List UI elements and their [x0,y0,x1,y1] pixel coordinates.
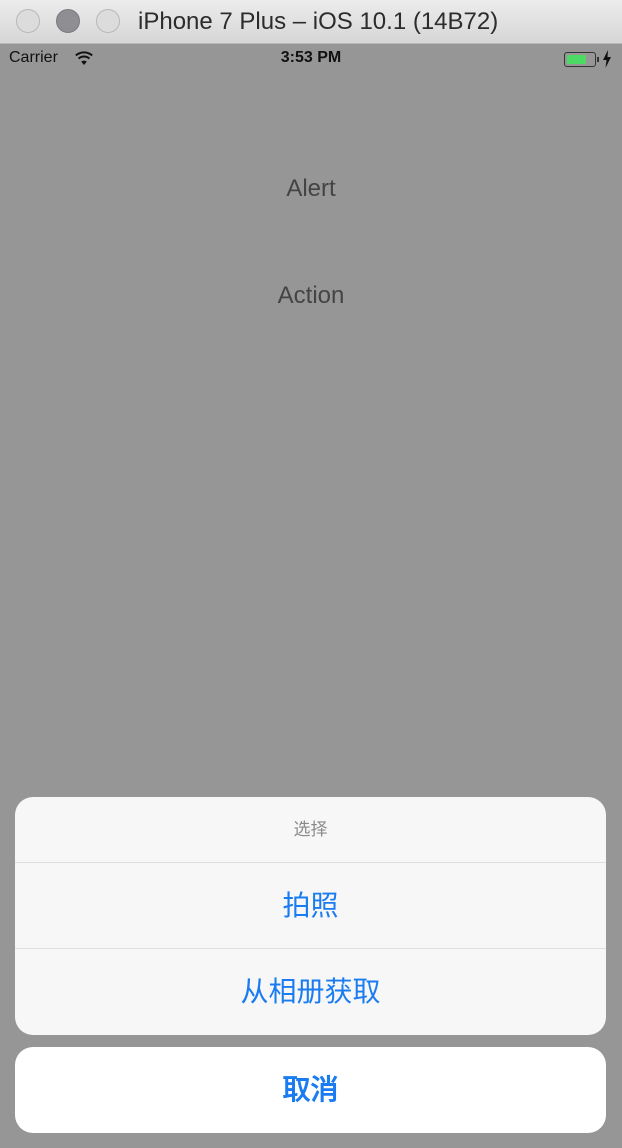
simulator-title-bar: iPhone 7 Plus – iOS 10.1 (14B72) [0,0,622,44]
close-window-button[interactable] [16,9,40,33]
action-sheet: 选择 拍照 从相册获取 [15,797,606,1035]
alert-button[interactable]: Alert [0,175,622,203]
window-title: iPhone 7 Plus – iOS 10.1 (14B72) [138,8,499,35]
take-photo-button[interactable]: 拍照 [15,863,606,949]
clock: 3:53 PM [280,49,342,66]
battery-level-fill [566,54,586,64]
action-sheet-title: 选择 [15,797,606,863]
minimize-window-button[interactable] [56,9,80,33]
battery-icon [564,52,596,67]
status-bar: Carrier 3:53 PM [0,44,622,76]
choose-from-album-button[interactable]: 从相册获取 [15,949,606,1035]
zoom-window-button[interactable] [96,9,120,33]
charging-bolt-icon [603,50,611,68]
action-button[interactable]: Action [0,282,622,310]
battery-tip [597,57,599,62]
cancel-button[interactable]: 取消 [15,1047,606,1133]
